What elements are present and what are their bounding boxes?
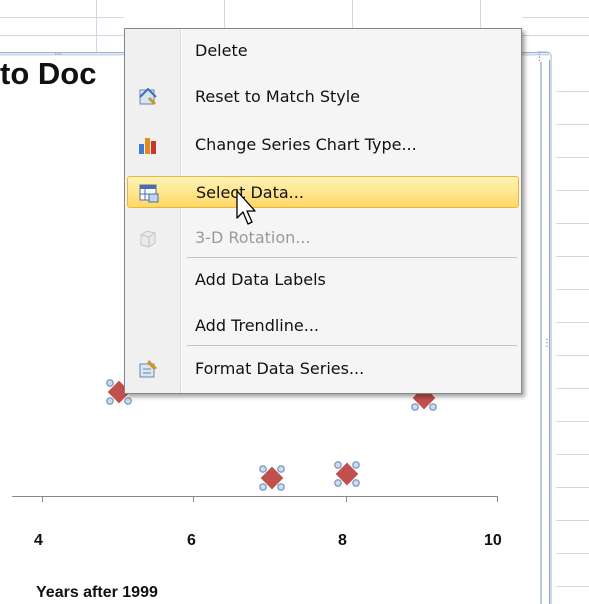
menu-item-label: Format Data Series... <box>195 359 365 378</box>
select-data-icon <box>138 182 160 204</box>
menu-item-label: Add Trendline... <box>195 316 319 335</box>
menu-item-reset-to-match-style[interactable]: Reset to Match Style <box>127 81 519 113</box>
x-tick-label: 4 <box>34 532 43 549</box>
data-point-marker[interactable] <box>334 461 360 487</box>
3d-rotation-icon <box>137 227 159 249</box>
menu-item-select-data[interactable]: Select Data... <box>127 176 519 208</box>
menu-item-delete[interactable]: Delete <box>127 35 519 67</box>
menu-item-label: Delete <box>195 41 248 60</box>
menu-item-change-series-chart-type[interactable]: Change Series Chart Type... <box>127 129 519 161</box>
menu-item-label: Add Data Labels <box>195 270 326 289</box>
mouse-cursor-icon <box>236 190 256 225</box>
chart-resize-handle-right[interactable]: ⋮ <box>542 339 552 370</box>
menu-item-add-trendline[interactable]: Add Trendline... <box>127 310 519 342</box>
reset-style-icon <box>137 86 159 108</box>
data-point-marker[interactable] <box>259 465 285 491</box>
menu-item-add-data-labels[interactable]: Add Data Labels <box>127 264 519 296</box>
context-menu: Delete Reset to Match Style Change Serie… <box>124 28 522 394</box>
format-series-icon <box>137 358 159 380</box>
x-axis-title[interactable]: Years after 1999 <box>36 584 158 602</box>
menu-separator <box>187 257 517 258</box>
chart-type-icon <box>137 134 159 156</box>
x-tick-label: 8 <box>338 532 347 549</box>
menu-item-format-data-series[interactable]: Format Data Series... <box>127 353 519 385</box>
menu-separator <box>187 345 517 346</box>
menu-item-3d-rotation[interactable]: 3-D Rotation... <box>127 222 519 254</box>
x-tick-label: 6 <box>187 532 196 549</box>
menu-item-label: Change Series Chart Type... <box>195 135 417 154</box>
x-tick-label: 10 <box>484 532 502 549</box>
menu-item-label: Reset to Match Style <box>195 87 361 106</box>
